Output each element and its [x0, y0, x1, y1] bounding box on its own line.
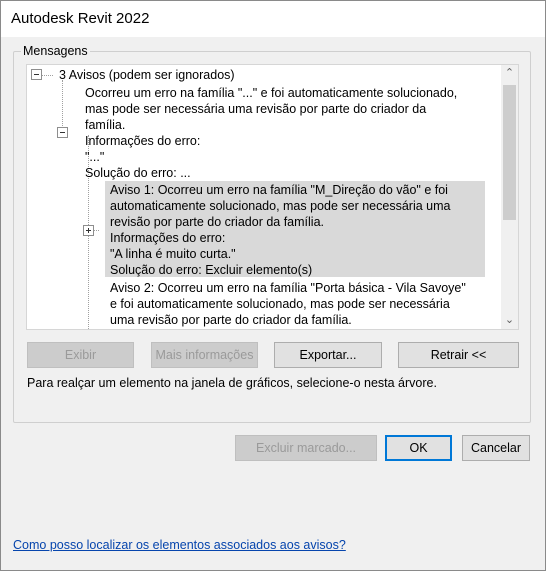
title-bar: Autodesk Revit 2022 [1, 1, 545, 37]
warning-1-line[interactable]: Solução do erro: Excluir elemento(s) [110, 262, 312, 278]
ok-button[interactable]: OK [385, 435, 452, 461]
expand-warning-icon[interactable] [83, 225, 94, 236]
root-desc-line: mas pode ser necessária uma revisão por … [85, 102, 427, 116]
solution-label: Solução do erro: ... [85, 166, 191, 180]
collapse-info-icon[interactable] [57, 127, 68, 138]
messages-legend: Mensagens [21, 44, 90, 58]
warning-1-line[interactable]: Aviso 1: Ocorreu um erro na família "M_D… [110, 182, 448, 198]
cancel-button[interactable]: Cancelar [462, 435, 530, 461]
tree-scrollbar[interactable]: ⌃ ⌄ [501, 65, 518, 329]
collapse-root-icon[interactable] [31, 69, 42, 80]
warning-1-line[interactable]: Informações do erro: [110, 230, 225, 246]
info-value: "..." [85, 150, 105, 164]
warning-1-line[interactable]: automaticamente solucionado, mas pode se… [110, 198, 450, 214]
warnings-tree[interactable]: 3 Avisos (podem ser ignorados) Ocorreu u… [26, 64, 519, 330]
tree-hint-text: Para realçar um elemento na janela de gr… [27, 376, 437, 390]
window-title: Autodesk Revit 2022 [11, 10, 150, 27]
warning-1-line[interactable]: "A linha é muito curta." [110, 246, 236, 262]
warning-2-line[interactable]: Aviso 2: Ocorreu um erro na família "Por… [110, 280, 466, 296]
collapse-button[interactable]: Retrair << [398, 342, 519, 368]
root-desc-line: família. [85, 118, 126, 132]
show-button[interactable]: Exibir [27, 342, 134, 368]
root-desc-line: Ocorreu um erro na família "..." e foi a… [85, 86, 458, 100]
scroll-up-icon[interactable]: ⌃ [501, 65, 518, 82]
scroll-down-icon[interactable]: ⌄ [501, 312, 518, 329]
export-button[interactable]: Exportar... [274, 342, 382, 368]
warning-2-line[interactable]: uma revisão por parte do criador da famí… [110, 312, 352, 328]
tree-connector [62, 80, 64, 130]
delete-checked-button[interactable]: Excluir marcado... [235, 435, 377, 461]
scroll-thumb[interactable] [503, 85, 516, 220]
more-info-button[interactable]: Mais informações [151, 342, 258, 368]
info-label: Informações do erro: [85, 134, 201, 148]
warning-2-line[interactable]: e foi automaticamente solucionado, mas p… [110, 296, 450, 312]
help-link[interactable]: Como posso localizar os elementos associ… [13, 538, 346, 552]
tree-root-label[interactable]: 3 Avisos (podem ser ignorados) [59, 67, 235, 83]
warning-1-line[interactable]: revisão por parte do criador da família. [110, 214, 324, 230]
tree-connector [41, 75, 53, 77]
